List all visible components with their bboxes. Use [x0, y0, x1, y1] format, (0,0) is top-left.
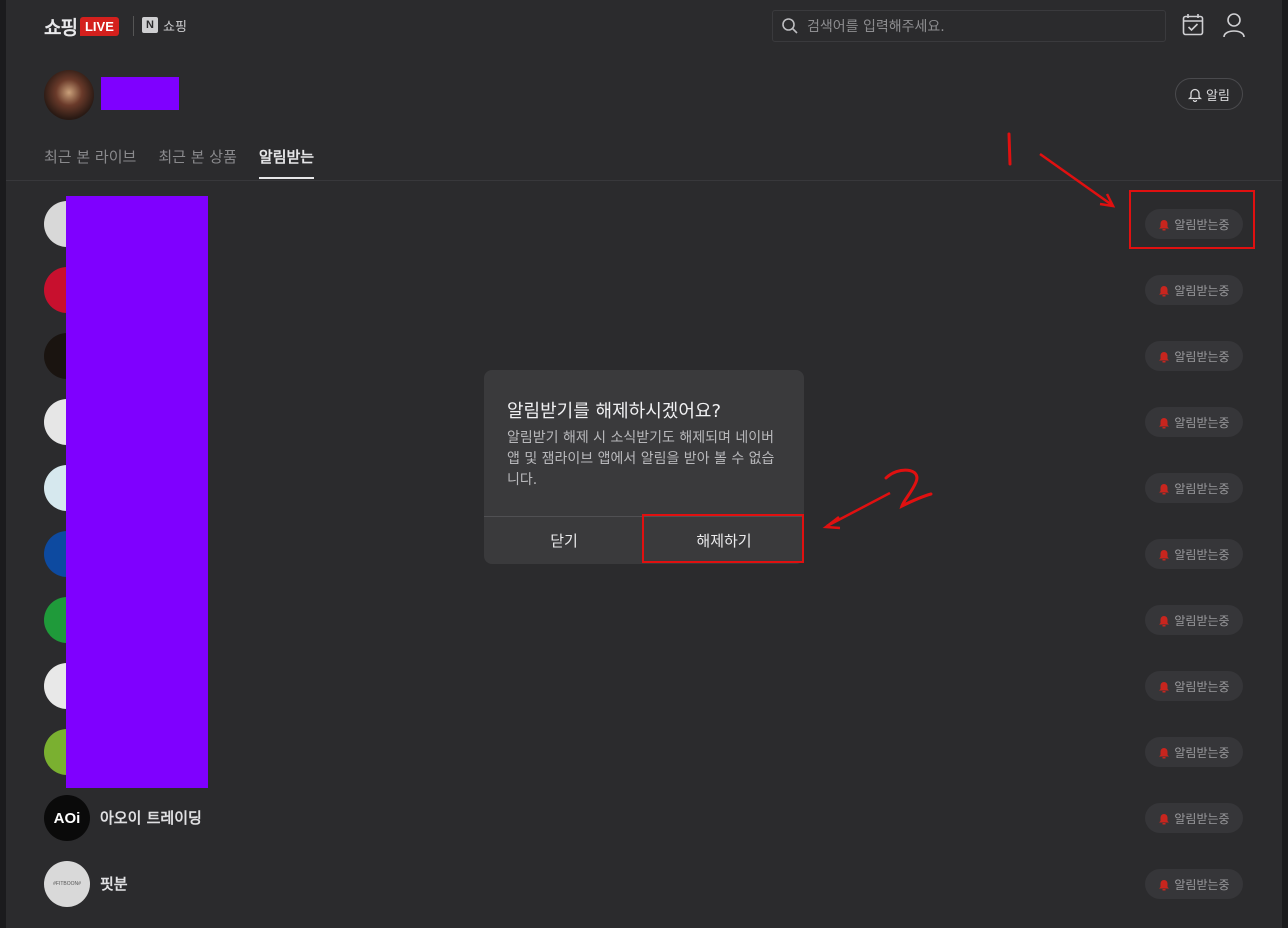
bell-icon: [1159, 615, 1170, 626]
subscribed-button[interactable]: 알림받는중: [1145, 737, 1243, 767]
list-item: 알림받는중: [44, 727, 1244, 777]
list-item: 알림받는중: [44, 595, 1244, 645]
app-window: 쇼핑 LIVE N 쇼핑 알림: [6, 0, 1282, 928]
bell-icon: [1159, 285, 1170, 296]
subscribed-button[interactable]: 알림받는중: [1145, 803, 1243, 833]
bell-icon: [1159, 681, 1170, 692]
live-badge: LIVE: [79, 16, 119, 36]
list-item: AOi 아오이 트레이딩 알림받는중: [44, 793, 1244, 843]
dialog-title: 알림받기를 해제하시겠어요?: [507, 401, 721, 422]
tab-recent-live[interactable]: 최근 본 라이브: [44, 146, 136, 179]
subscribed-label: 알림받는중: [1174, 613, 1230, 628]
header-divider: [133, 16, 134, 36]
subscribed-button[interactable]: 알림받는중: [1145, 473, 1243, 503]
annotation-box-1: [1129, 190, 1255, 249]
subscribed-label: 알림받는중: [1174, 877, 1230, 892]
subscribed-button[interactable]: 알림받는중: [1145, 671, 1243, 701]
subscribed-label: 알림받는중: [1174, 547, 1230, 562]
subscribed-label: 알림받는중: [1174, 811, 1230, 826]
subscribed-button[interactable]: 알림받는중: [1145, 869, 1243, 899]
dialog-message: 알림받기 해제 시 소식받기도 해제되며 네이버 앱 및 잼라이브 앱에서 알림…: [507, 430, 775, 488]
list-item: 알림받는중: [44, 661, 1244, 711]
search-icon: [782, 18, 798, 34]
channel-avatar[interactable]: #FITBOON#: [44, 861, 90, 907]
logo-text: 쇼핑: [44, 16, 78, 39]
subscribed-button[interactable]: 알림받는중: [1145, 605, 1243, 635]
shopping-live-logo[interactable]: 쇼핑 LIVE: [44, 12, 119, 40]
search-bar[interactable]: [772, 10, 1166, 43]
tab-recent-products[interactable]: 최근 본 상품: [158, 146, 237, 179]
profile-avatar[interactable]: [44, 70, 94, 120]
bell-icon: [1159, 549, 1170, 560]
subscribed-label: 알림받는중: [1174, 283, 1230, 298]
bell-icon: [1159, 813, 1170, 824]
naver-shopping-link[interactable]: 쇼핑: [163, 16, 187, 35]
naver-n-icon[interactable]: N: [142, 17, 158, 33]
calendar-check-icon[interactable]: [1182, 13, 1204, 37]
channel-avatar-logo: AOi: [53, 809, 81, 827]
channel-avatar[interactable]: AOi: [44, 795, 90, 841]
search-input[interactable]: [805, 11, 1159, 43]
list-item: 알림받는중: [44, 265, 1244, 315]
bell-icon: [1159, 483, 1170, 494]
tab-bar: 최근 본 라이브 최근 본 상품 알림받는: [44, 146, 315, 179]
subscribed-label: 알림받는중: [1174, 745, 1230, 760]
close-button[interactable]: 닫기: [484, 517, 644, 564]
annotation-box-2: [642, 514, 804, 563]
subscribed-button[interactable]: 알림받는중: [1145, 539, 1243, 569]
redaction-block: [66, 196, 208, 788]
channel-name[interactable]: 아오이 트레이딩: [100, 807, 202, 828]
list-item: 알림받는중: [44, 199, 1244, 249]
subscribed-label: 알림받는중: [1174, 481, 1230, 496]
subscribed-label: 알림받는중: [1174, 349, 1230, 364]
subscribed-button[interactable]: 알림받는중: [1145, 341, 1243, 371]
subscribed-button[interactable]: 알림받는중: [1145, 275, 1243, 305]
bell-icon: [1159, 417, 1170, 428]
subscribed-label: 알림받는중: [1174, 679, 1230, 694]
subscribed-button[interactable]: 알림받는중: [1145, 407, 1243, 437]
channel-name[interactable]: 핏분: [100, 873, 128, 894]
annotation-number-1: [1007, 132, 1012, 166]
bell-icon: [1188, 88, 1203, 102]
bell-icon: [1159, 747, 1170, 758]
tab-subscribed[interactable]: 알림받는: [258, 146, 315, 179]
channel-avatar-logo: #FITBOON#: [53, 881, 81, 887]
profile-name-redacted: [101, 77, 179, 110]
bell-icon: [1159, 351, 1170, 362]
header: 쇼핑 LIVE N 쇼핑: [6, 0, 1282, 52]
list-item: #FITBOON# 핏분 알림받는중: [44, 859, 1244, 909]
subscribed-label: 알림받는중: [1174, 415, 1230, 430]
notify-button-label: 알림: [1206, 88, 1230, 104]
tabs-divider: [6, 180, 1282, 181]
notify-button[interactable]: 알림: [1175, 78, 1243, 110]
user-icon[interactable]: [1222, 12, 1246, 38]
bell-icon: [1159, 879, 1170, 890]
